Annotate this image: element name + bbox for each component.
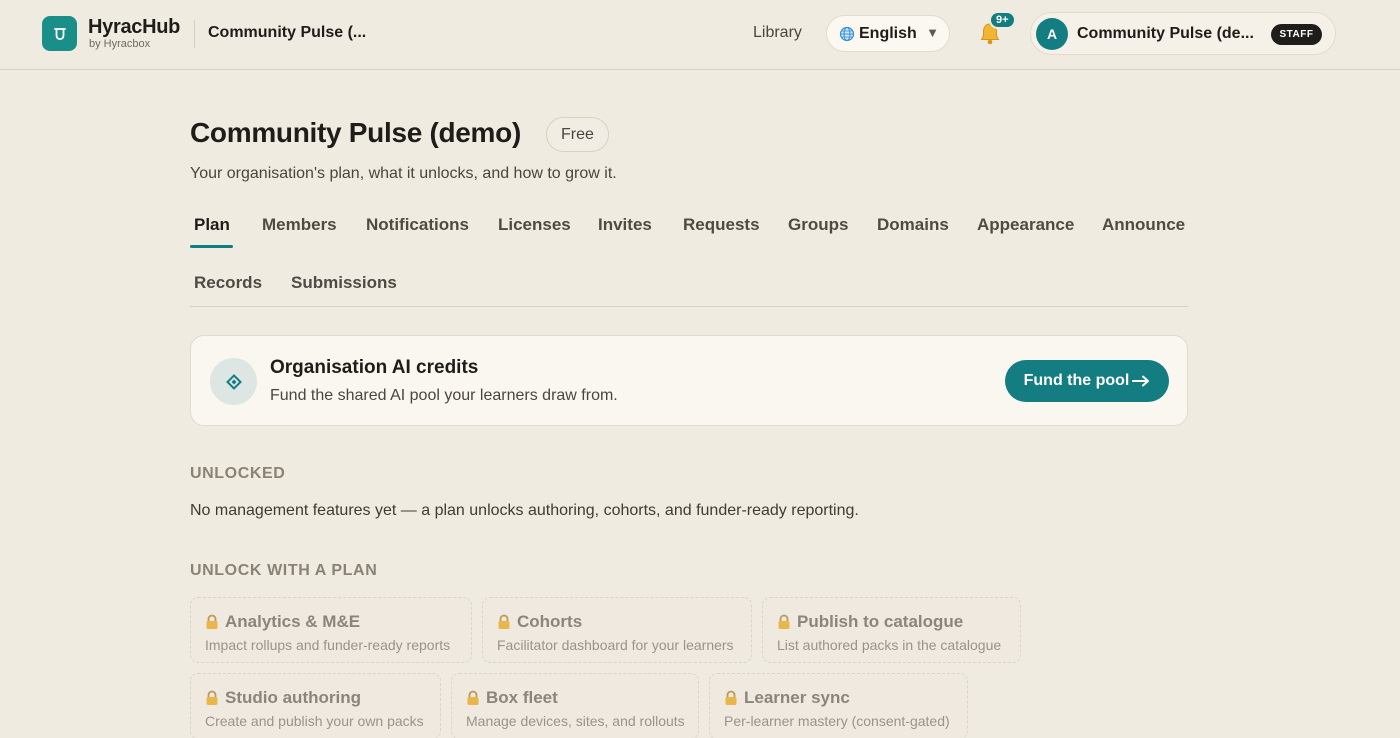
feature-card-studio[interactable]: Studio authoring Create and publish your… [190, 673, 441, 738]
unlocked-heading: UNLOCKED [190, 465, 286, 482]
app-logo[interactable] [42, 16, 77, 51]
feature-description: Impact rollups and funder-ready reports [205, 637, 451, 653]
chevron-down-icon: ▼ [926, 25, 939, 40]
feature-description: Facilitator dashboard for your learners [497, 637, 734, 653]
feature-title: Box fleet [486, 688, 558, 707]
credits-description: Fund the shared AI pool your learners dr… [270, 387, 618, 404]
unlock-with-plan-heading: UNLOCK WITH A PLAN [190, 562, 378, 579]
language-select[interactable]: English ▼ [826, 15, 950, 52]
page-title: Community Pulse (demo) [190, 117, 521, 148]
lock-icon [467, 690, 479, 705]
feature-description: Create and publish your own packs [205, 713, 424, 729]
globe-icon [839, 26, 855, 41]
ai-credits-card: Organisation AI credits Fund the shared … [190, 335, 1188, 426]
plan-badge: Free [546, 117, 609, 152]
feature-card-analytics[interactable]: Analytics & M&E Impact rollups and funde… [190, 597, 472, 663]
credits-title: Organisation AI credits [270, 357, 479, 378]
tab-members[interactable]: Members [262, 215, 337, 235]
nav-library-link[interactable]: Library [753, 24, 802, 42]
feature-title: Learner sync [744, 688, 850, 707]
tab-domains[interactable]: Domains [877, 215, 949, 235]
diamond-icon [225, 373, 242, 390]
feature-description: Per-learner mastery (consent-gated) [724, 713, 950, 729]
tab-licenses[interactable]: Licenses [498, 215, 571, 235]
feature-description: List authored packs in the catalogue [777, 637, 1002, 653]
page-subtitle: Your organisation's plan, what it unlock… [190, 165, 617, 182]
tab-plan[interactable]: Plan [194, 215, 230, 235]
role-badge: STAFF [1271, 24, 1322, 45]
tab-requests[interactable]: Requests [683, 215, 760, 235]
org-breadcrumb[interactable]: Community Pulse (... [208, 24, 366, 42]
avatar: A [1036, 18, 1068, 50]
feature-title: Cohorts [517, 612, 583, 631]
lock-icon [206, 690, 218, 705]
tab-announce[interactable]: Announce [1102, 215, 1185, 235]
tab-invites[interactable]: Invites [598, 215, 652, 235]
feature-description: Manage devices, sites, and rollouts [466, 713, 685, 729]
account-name: Community Pulse (de... [1077, 25, 1254, 42]
tab-appearance[interactable]: Appearance [977, 215, 1074, 235]
feature-title: Analytics & M&E [225, 612, 361, 631]
lock-icon [498, 614, 510, 629]
feature-card-publish[interactable]: Publish to catalogue List authored packs… [762, 597, 1021, 663]
brand-name: HyracHub [88, 16, 181, 38]
tab-groups[interactable]: Groups [788, 215, 848, 235]
language-value: English [859, 24, 917, 42]
unlocked-text: No management features yet — a plan unlo… [190, 502, 859, 519]
feature-card-box-fleet[interactable]: Box fleet Manage devices, sites, and rol… [451, 673, 699, 738]
feature-card-cohorts[interactable]: Cohorts Facilitator dashboard for your l… [482, 597, 752, 663]
feature-title: Publish to catalogue [797, 612, 964, 631]
credits-icon [210, 358, 257, 405]
tabs-divider [190, 306, 1188, 307]
tab-submissions[interactable]: Submissions [291, 273, 397, 293]
logo-icon [53, 27, 66, 40]
feature-card-learner-sync[interactable]: Learner sync Per-learner mastery (consen… [709, 673, 968, 738]
notifications-count-badge: 9+ [989, 11, 1016, 29]
feature-title: Studio authoring [225, 688, 361, 707]
header-divider [194, 20, 195, 48]
fund-pool-button[interactable]: Fund the pool [1005, 360, 1169, 402]
account-menu[interactable]: A Community Pulse (de... STAFF [1030, 12, 1336, 55]
tab-notifications[interactable]: Notifications [366, 215, 469, 235]
arrow-right-icon [1132, 375, 1150, 387]
top-bar: HyracHub by Hyracbox Community Pulse (..… [0, 0, 1400, 70]
lock-icon [206, 614, 218, 629]
lock-icon [778, 614, 790, 629]
brand-subtitle: by Hyracbox [89, 38, 151, 50]
fund-pool-label: Fund the pool [1023, 372, 1130, 389]
active-tab-indicator [190, 245, 233, 248]
tab-records[interactable]: Records [194, 273, 262, 293]
lock-icon [725, 690, 737, 705]
